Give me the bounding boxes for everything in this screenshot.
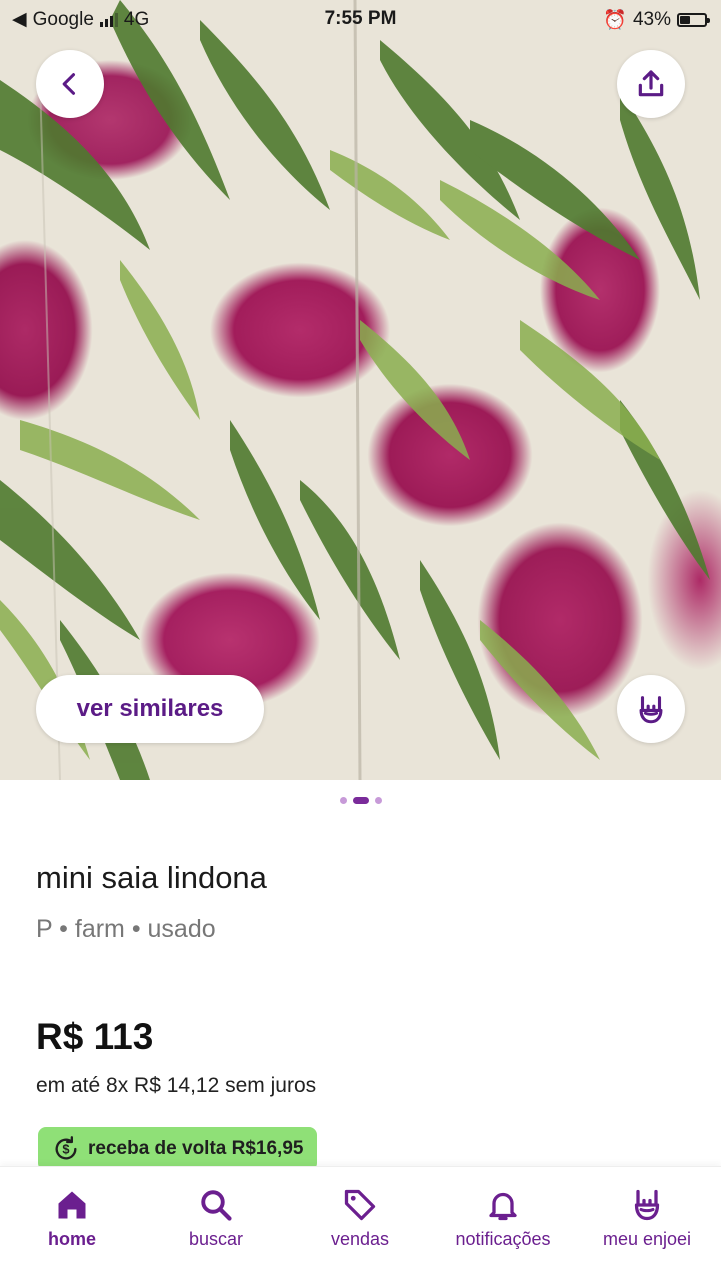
dollar-refresh-icon: $ xyxy=(55,1136,77,1160)
share-button[interactable] xyxy=(617,50,685,118)
status-bar: ◀ Google 4G 7:55 PM ⏰ 43% xyxy=(0,0,721,40)
pagination-dot-active[interactable] xyxy=(352,797,369,804)
tab-my-enjoei[interactable]: meu enjoei xyxy=(577,1187,717,1250)
bell-icon xyxy=(489,1192,517,1221)
tab-home-label: home xyxy=(47,1229,96,1249)
tab-notifications[interactable]: notificações xyxy=(433,1187,573,1250)
like-button[interactable] xyxy=(617,675,685,743)
battery-icon xyxy=(677,13,710,27)
status-right: ⏰ 43% xyxy=(603,8,710,32)
bottom-tab-bar: home buscar vendas notificações meu enjo… xyxy=(0,1166,721,1280)
tab-home[interactable]: home xyxy=(2,1187,142,1250)
rock-hand-icon xyxy=(639,696,663,724)
battery-level xyxy=(680,16,690,24)
home-icon xyxy=(58,1191,86,1219)
tab-search[interactable]: buscar xyxy=(146,1187,286,1250)
rock-hand-icon xyxy=(634,1189,660,1221)
battery-percent: 43% xyxy=(632,9,671,30)
product-photo[interactable] xyxy=(0,0,721,780)
back-button[interactable] xyxy=(36,50,104,118)
product-title: mini saia lindona xyxy=(36,860,267,895)
tab-notifications-label: notificações xyxy=(455,1229,551,1249)
see-similar-button[interactable]: ver similares xyxy=(36,675,264,743)
search-icon xyxy=(201,1190,232,1221)
cashback-text: receba de volta R$16,95 xyxy=(88,1138,304,1159)
floral-print-pattern xyxy=(0,0,710,780)
product-details: P • farm • usado xyxy=(36,915,216,943)
image-pagination[interactable] xyxy=(0,797,721,804)
cashback-badge[interactable]: $ receba de volta R$16,95 xyxy=(38,1127,318,1171)
alarm-icon: ⏰ xyxy=(603,10,627,31)
pagination-dot[interactable] xyxy=(374,797,382,804)
tag-icon xyxy=(344,1189,376,1221)
pagination-dot[interactable] xyxy=(339,797,347,804)
tab-my-enjoei-label: meu enjoei xyxy=(602,1229,692,1249)
chevron-left-icon xyxy=(62,73,76,95)
product-price: R$ 113 xyxy=(36,1016,154,1057)
tab-search-label: buscar xyxy=(188,1229,244,1249)
svg-text:$: $ xyxy=(62,1142,69,1157)
tab-sales[interactable]: vendas xyxy=(290,1187,430,1250)
share-upload-icon xyxy=(638,70,664,97)
tab-sales-label: vendas xyxy=(330,1229,390,1249)
installments-text: em até 8x R$ 14,12 sem juros xyxy=(36,1074,317,1097)
